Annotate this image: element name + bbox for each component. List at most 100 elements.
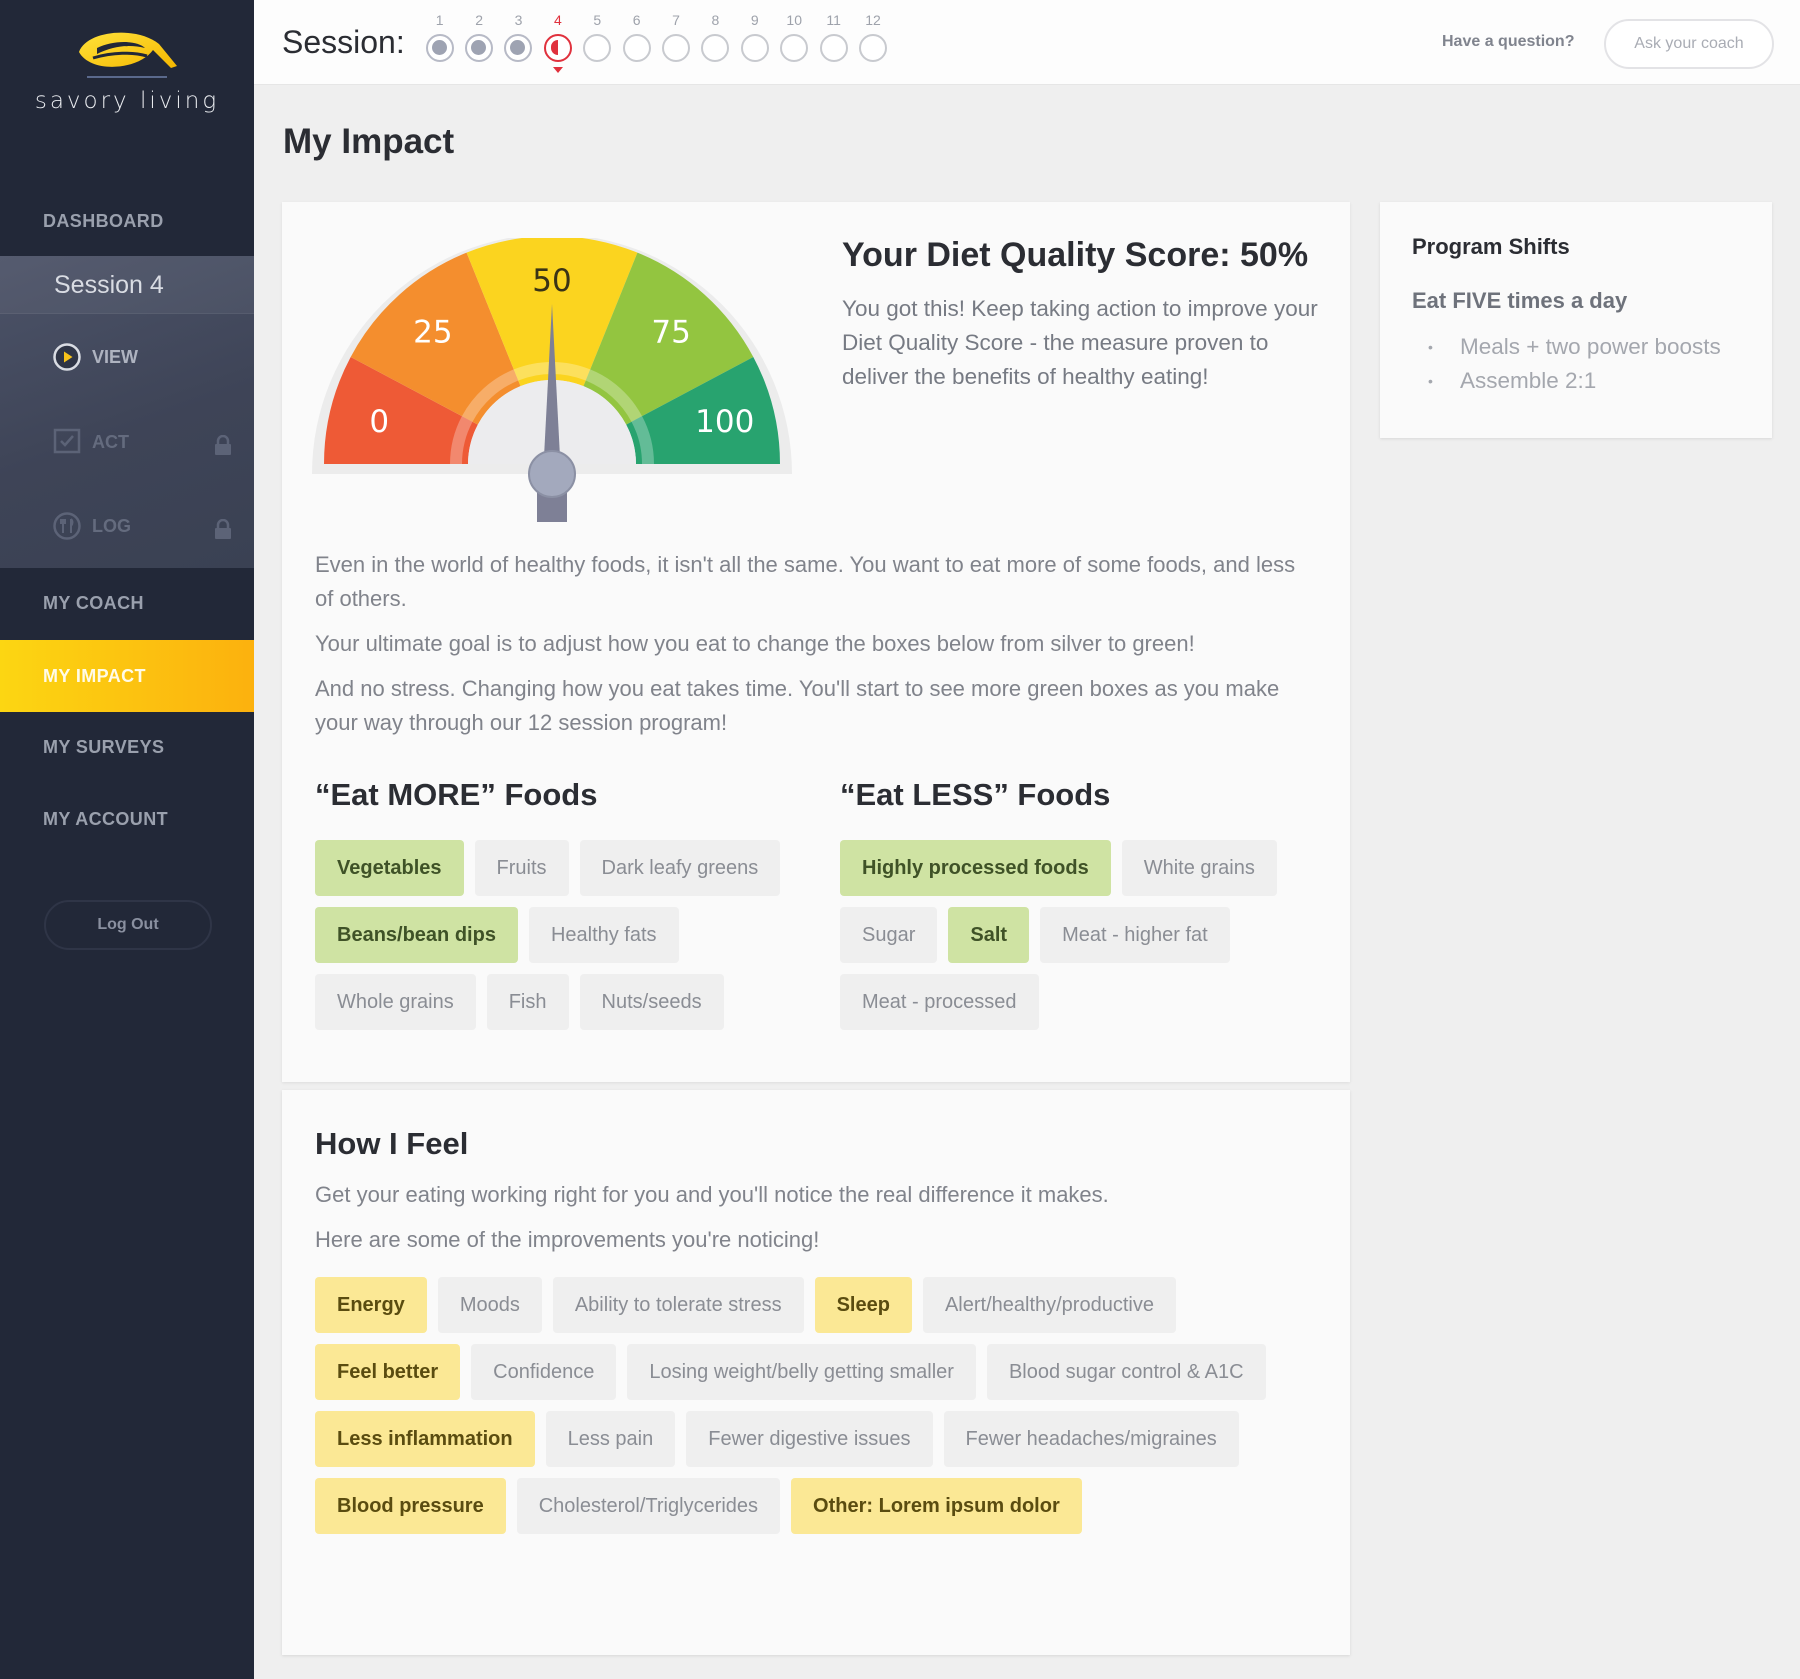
- session-item-log[interactable]: LOG: [52, 509, 232, 543]
- tag-active[interactable]: Vegetables: [315, 840, 464, 896]
- session-step-number: 7: [672, 12, 680, 28]
- session-step[interactable]: 11: [814, 12, 853, 62]
- tag-inactive[interactable]: Alert/healthy/productive: [922, 1277, 1176, 1333]
- session-step-dot-upcoming[interactable]: [662, 34, 691, 62]
- tag-active[interactable]: Feel better: [315, 1344, 461, 1400]
- score-title: Your Diet Quality Score: 50%: [842, 236, 1309, 274]
- session-step-number: 10: [786, 12, 802, 28]
- session-item-label: ACT: [92, 432, 129, 452]
- tag-active[interactable]: Salt: [948, 907, 1030, 963]
- session-step-dot-done[interactable]: [465, 34, 494, 62]
- how-i-feel-heading: How I Feel: [315, 1126, 469, 1161]
- tag-inactive[interactable]: Cholesterol/Triglycerides: [516, 1478, 781, 1534]
- tag-inactive[interactable]: Fish: [486, 974, 569, 1030]
- intro-text: Even in the world of healthy foods, it i…: [315, 548, 1315, 751]
- tag-active[interactable]: Energy: [315, 1277, 427, 1333]
- utensils-icon: [52, 511, 82, 541]
- leaf-logo-icon: [79, 32, 177, 78]
- bullet-icon: •: [1428, 339, 1433, 355]
- tag-inactive[interactable]: Dark leafy greens: [579, 840, 781, 896]
- session-step-number: 6: [632, 12, 641, 28]
- sidebar: savory living DASHBOARD Session 4 VIEW A…: [0, 0, 254, 1679]
- session-step[interactable]: 4: [538, 12, 577, 73]
- session-step[interactable]: 1: [420, 12, 459, 62]
- nav-my-account[interactable]: MY ACCOUNT: [0, 784, 254, 854]
- tag-inactive[interactable]: Confidence: [471, 1344, 617, 1400]
- tag-inactive[interactable]: Whole grains: [315, 974, 476, 1030]
- gauge-label: 75: [651, 315, 690, 351]
- session-step[interactable]: 10: [775, 12, 814, 62]
- session-step[interactable]: 9: [735, 12, 774, 62]
- tag-inactive[interactable]: Moods: [437, 1277, 542, 1333]
- session-step-number: 5: [593, 12, 602, 28]
- session-title[interactable]: Session 4: [0, 256, 254, 314]
- tag-inactive[interactable]: Nuts/seeds: [579, 974, 724, 1030]
- session-step-dot-upcoming[interactable]: [780, 34, 809, 62]
- session-label: Session:: [282, 24, 405, 60]
- tag-inactive[interactable]: Meat - processed: [840, 974, 1039, 1030]
- tag-active[interactable]: Highly processed foods: [840, 840, 1111, 896]
- eat-less-heading: “Eat LESS” Foods: [840, 777, 1111, 812]
- logo[interactable]: savory living: [0, 22, 254, 122]
- checklist-icon: [52, 427, 82, 457]
- nav-my-coach[interactable]: MY COACH: [0, 568, 254, 638]
- tag-inactive[interactable]: Meat - higher fat: [1040, 907, 1230, 963]
- nav-dashboard[interactable]: DASHBOARD: [0, 186, 254, 256]
- eat-less-tags: Highly processed foods White grains Sugar S…: [840, 840, 1300, 1030]
- tag-active[interactable]: Beans/bean dips: [315, 907, 518, 963]
- session-step[interactable]: 8: [696, 12, 735, 62]
- tag-active[interactable]: Sleep: [814, 1277, 912, 1333]
- session-step-dot-upcoming[interactable]: [701, 34, 730, 62]
- session-item-label: LOG: [92, 516, 131, 536]
- tag-inactive[interactable]: Fruits: [474, 840, 569, 896]
- session-item-view[interactable]: VIEW: [52, 340, 232, 374]
- tag-active[interactable]: Other: Lorem ipsum dolor: [791, 1478, 1082, 1534]
- nav-my-surveys[interactable]: MY SURVEYS: [0, 712, 254, 782]
- lock-icon: [214, 432, 232, 466]
- session-step-dot-upcoming[interactable]: [819, 34, 848, 62]
- tag-inactive[interactable]: Losing weight/belly getting smaller: [627, 1344, 976, 1400]
- session-step-dot-upcoming[interactable]: [740, 34, 769, 62]
- session-step-dot-upcoming[interactable]: [622, 34, 651, 62]
- ask-coach-button[interactable]: Ask your coach: [1604, 19, 1774, 69]
- eat-more-tags: Vegetables Fruits Dark leafy greens Beans/b…: [315, 840, 815, 1030]
- tag-active[interactable]: Blood pressure: [315, 1478, 506, 1534]
- session-step[interactable]: 2: [459, 12, 498, 62]
- session-step-dot-current[interactable]: [543, 34, 572, 62]
- session-step-dot-upcoming[interactable]: [858, 34, 887, 62]
- session-step-number: 2: [475, 12, 483, 28]
- session-step[interactable]: 6: [617, 12, 656, 62]
- tag-inactive[interactable]: Fewer digestive issues: [686, 1411, 933, 1467]
- how-i-feel-tags: Energy Moods Ability to tolerate stress Sle…: [315, 1277, 1325, 1534]
- session-step-number: 4: [553, 12, 562, 28]
- tag-inactive[interactable]: White grains: [1121, 840, 1277, 896]
- program-shift-item: • Meals + two power boosts: [1428, 330, 1721, 364]
- intro-paragraph: Even in the world of healthy foods, it i…: [315, 552, 1296, 611]
- tag-inactive[interactable]: Less pain: [545, 1411, 676, 1467]
- eat-more-heading: “Eat MORE” Foods: [315, 777, 598, 812]
- session-step-dot-done[interactable]: [425, 34, 454, 62]
- session-item-act[interactable]: ACT: [52, 425, 232, 459]
- program-shift-text: Meals + two power boosts: [1460, 334, 1721, 359]
- session-step-dot-upcoming[interactable]: [583, 34, 612, 62]
- logout-button[interactable]: Log Out: [44, 900, 212, 950]
- session-step[interactable]: 3: [499, 12, 538, 62]
- tag-inactive[interactable]: Sugar: [840, 907, 938, 963]
- gauge-pivot: [528, 450, 576, 498]
- gauge-label: 100: [695, 404, 754, 440]
- session-step[interactable]: 7: [656, 12, 695, 62]
- program-shifts-card: Program Shifts Eat FIVE times a day • Mea…: [1380, 202, 1772, 438]
- program-shift-text: Assemble 2:1: [1460, 368, 1597, 393]
- tag-inactive[interactable]: Fewer headaches/migraines: [943, 1411, 1239, 1467]
- how-i-feel-description: Get your eating working right for you an…: [315, 1178, 1315, 1268]
- program-shifts-title: Program Shifts: [1412, 234, 1570, 259]
- gauge-label: 0: [369, 404, 389, 440]
- nav-my-impact[interactable]: MY IMPACT: [0, 640, 254, 712]
- tag-active[interactable]: Less inflammation: [315, 1411, 535, 1467]
- tag-inactive[interactable]: Healthy fats: [528, 907, 679, 963]
- session-step[interactable]: 12: [853, 12, 892, 62]
- tag-inactive[interactable]: Ability to tolerate stress: [552, 1277, 804, 1333]
- session-step-dot-done[interactable]: [504, 34, 533, 62]
- tag-inactive[interactable]: Blood sugar control & A1C: [986, 1344, 1266, 1400]
- session-step[interactable]: 5: [578, 12, 617, 62]
